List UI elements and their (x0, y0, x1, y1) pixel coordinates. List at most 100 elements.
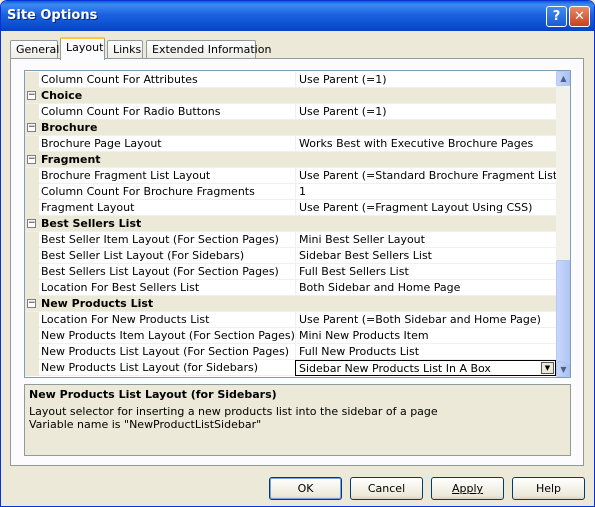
property-name[interactable]: Best Seller Item Layout (For Section Pag… (41, 233, 294, 246)
property-value[interactable]: 1 (295, 184, 556, 200)
tab-extended-information[interactable]: Extended Information (146, 40, 271, 59)
property-row[interactable]: Column Count For Attributes Use Parent (=… (25, 72, 556, 88)
collapse-icon[interactable]: − (27, 219, 36, 228)
row-gutter (25, 200, 39, 216)
layout-tab-panel: Column Count For Attributes Use Parent (=… (10, 58, 584, 466)
category-label: Fragment (41, 153, 101, 166)
property-value-dropdown[interactable]: Sidebar New Products List In A Box ▼ (295, 360, 556, 376)
property-value-text: Sidebar Best Sellers List (299, 249, 432, 262)
property-value[interactable]: Sidebar Best Sellers List (295, 248, 556, 264)
property-row[interactable]: New Products List Layout (For Section Pa… (25, 344, 556, 360)
category-row[interactable]: − Fragment (25, 152, 556, 168)
close-icon[interactable]: ✕ (569, 6, 590, 27)
description-title: New Products List Layout (for Sidebars) (29, 388, 277, 401)
row-gutter (25, 168, 39, 184)
property-value-text: Full New Products List (299, 345, 420, 358)
category-row[interactable]: − Choice (25, 88, 556, 104)
site-options-dialog: Site Options ? ✕ General Layout Links Ex… (0, 0, 595, 507)
category-label: Brochure (41, 121, 98, 134)
row-gutter (25, 344, 39, 360)
property-value[interactable]: Use Parent (=Standard Brochure Fragment … (295, 168, 556, 184)
property-value[interactable]: Mini Best Seller Layout (295, 232, 556, 248)
property-value-text: Sidebar New Products List In A Box (299, 362, 491, 375)
scroll-up-icon[interactable]: ▲ (556, 71, 570, 86)
property-value-text: Works Best with Executive Brochure Pages (299, 137, 534, 150)
property-name[interactable]: Fragment Layout (41, 201, 294, 214)
ok-button[interactable]: OK (269, 477, 342, 500)
title-bar[interactable]: Site Options ? ✕ (1, 1, 594, 31)
dialog-title: Site Options (7, 8, 98, 23)
row-gutter (25, 328, 39, 344)
category-label: New Products List (41, 297, 154, 310)
apply-label: Apply (451, 482, 484, 495)
property-name[interactable]: New Products List Layout (For Section Pa… (41, 345, 294, 358)
help-icon[interactable]: ? (546, 6, 567, 27)
property-name[interactable]: Best Seller List Layout (For Sidebars) (41, 249, 294, 262)
apply-button[interactable]: Apply (431, 477, 504, 500)
property-value[interactable]: Use Parent (=Both Sidebar and Home Page) (295, 312, 556, 328)
property-name[interactable]: Column Count For Attributes (41, 73, 294, 86)
property-name[interactable]: Location For Best Sellers List (41, 281, 294, 294)
property-row[interactable]: Brochure Fragment List Layout Use Parent … (25, 168, 556, 184)
property-name[interactable]: Column Count For Brochure Fragments (41, 185, 294, 198)
collapse-icon[interactable]: − (27, 155, 36, 164)
property-grid[interactable]: Column Count For Attributes Use Parent (=… (24, 70, 571, 378)
tab-layout[interactable]: Layout (60, 37, 105, 60)
vertical-scrollbar[interactable]: ▲ ▼ (556, 71, 570, 377)
property-row[interactable]: Best Sellers List Layout (For Section Pa… (25, 264, 556, 280)
property-name[interactable]: New Products List Layout (for Sidebars) (41, 361, 294, 374)
row-gutter (25, 312, 39, 328)
help-button[interactable]: Help (512, 477, 585, 500)
row-gutter (25, 184, 39, 200)
property-value-text: Use Parent (=Standard Brochure Fragment … (299, 169, 556, 182)
property-value[interactable]: Use Parent (=1) (295, 104, 556, 120)
property-name[interactable]: Brochure Fragment List Layout (41, 169, 294, 182)
property-value-text: Use Parent (=1) (299, 73, 387, 86)
category-row[interactable]: − Best Sellers List (25, 216, 556, 232)
property-name[interactable]: Brochure Page Layout (41, 137, 294, 150)
scroll-down-icon[interactable]: ▼ (556, 362, 570, 377)
property-value-text: Use Parent (=Both Sidebar and Home Page) (299, 313, 541, 326)
collapse-icon[interactable]: − (27, 91, 36, 100)
dropdown-arrow-icon[interactable]: ▼ (541, 362, 554, 374)
property-row[interactable]: Column Count For Radio Buttons Use Parent… (25, 104, 556, 120)
row-gutter (25, 360, 39, 376)
property-value-text: Mini New Products Item (299, 329, 429, 342)
property-row[interactable]: Column Count For Brochure Fragments 1 (25, 184, 556, 200)
tab-general[interactable]: General (10, 40, 59, 59)
property-name[interactable]: Best Sellers List Layout (For Section Pa… (41, 265, 294, 278)
row-gutter (25, 248, 39, 264)
collapse-icon[interactable]: − (27, 299, 36, 308)
property-value[interactable]: Full New Products List (295, 344, 556, 360)
property-row[interactable]: Location For Best Sellers List Both Sideb… (25, 280, 556, 296)
property-value[interactable]: Use Parent (=Fragment Layout Using CSS) (295, 200, 556, 216)
property-row[interactable]: Location For New Products List Use Parent… (25, 312, 556, 328)
property-name[interactable]: New Products Item Layout (For Section Pa… (41, 329, 294, 342)
scroll-thumb[interactable] (556, 260, 570, 362)
property-row[interactable]: Best Seller List Layout (For Sidebars) Si… (25, 248, 556, 264)
property-value[interactable]: Works Best with Executive Brochure Pages (295, 136, 556, 152)
property-name[interactable]: Location For New Products List (41, 313, 294, 326)
property-row[interactable]: New Products Item Layout (For Section Pa… (25, 328, 556, 344)
property-row[interactable]: Best Seller Item Layout (For Section Pag… (25, 232, 556, 248)
property-value[interactable]: Both Sidebar and Home Page (295, 280, 556, 296)
cancel-button[interactable]: Cancel (350, 477, 423, 500)
category-row[interactable]: − Brochure (25, 120, 556, 136)
property-value[interactable]: Use Parent (=1) (295, 72, 556, 88)
property-value[interactable]: Full Best Sellers List (295, 264, 556, 280)
property-row[interactable]: New Products List Layout (for Sidebars) S… (25, 360, 556, 376)
property-value-text: Both Sidebar and Home Page (299, 281, 461, 294)
property-row[interactable]: Brochure Page Layout Works Best with Exec… (25, 136, 556, 152)
row-gutter (25, 72, 39, 88)
property-row[interactable]: Fragment Layout Use Parent (=Fragment Lay… (25, 200, 556, 216)
category-label: Choice (41, 89, 83, 102)
row-gutter (25, 104, 39, 120)
property-value-text: Use Parent (=1) (299, 105, 387, 118)
property-name[interactable]: Column Count For Radio Buttons (41, 105, 294, 118)
collapse-icon[interactable]: − (27, 123, 36, 132)
tab-links[interactable]: Links (107, 40, 143, 59)
row-gutter (25, 264, 39, 280)
property-value[interactable]: Mini New Products Item (295, 328, 556, 344)
category-row[interactable]: − New Products List (25, 296, 556, 312)
row-gutter (25, 280, 39, 296)
